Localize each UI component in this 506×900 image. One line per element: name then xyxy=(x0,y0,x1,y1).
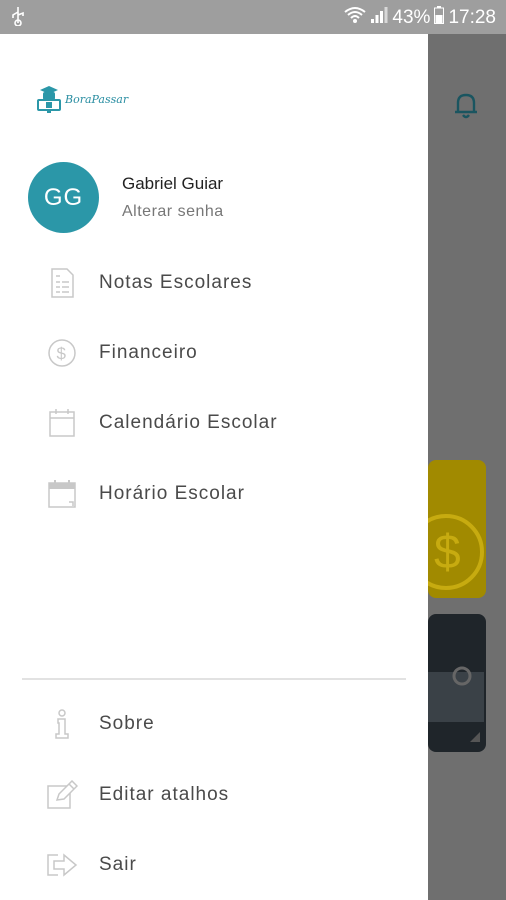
menu-item-label: Notas Escolares xyxy=(99,272,253,293)
navigation-drawer: BoraPassar GG Gabriel Guiar Alterar senh… xyxy=(0,34,428,900)
menu-item-label: Editar atalhos xyxy=(99,784,230,805)
menu-item-horario-escolar[interactable]: Horário Escolar xyxy=(0,466,428,522)
menu-item-label: Sobre xyxy=(99,713,155,734)
menu-item-financeiro[interactable]: $ Financeiro xyxy=(0,325,428,381)
logo-text: BoraPassar xyxy=(65,92,129,106)
svg-text:$: $ xyxy=(57,344,67,363)
battery-icon xyxy=(434,6,445,30)
schedule-icon xyxy=(46,478,78,510)
svg-text:$: $ xyxy=(434,526,461,579)
menu-item-sobre[interactable]: Sobre xyxy=(0,696,428,752)
menu-item-sair[interactable]: Sair xyxy=(0,837,428,893)
info-icon xyxy=(46,708,78,740)
status-icons: 43% 17:28 xyxy=(344,6,496,30)
menu-item-label: Financeiro xyxy=(99,342,198,363)
menu-item-calendario-escolar[interactable]: Calendário Escolar xyxy=(0,395,428,451)
change-password-link[interactable]: Alterar senha xyxy=(122,203,224,221)
clock: 17:28 xyxy=(448,7,496,28)
dollar-circle-icon: $ xyxy=(46,337,78,369)
usb-icon xyxy=(10,6,26,32)
shortcut-card-financeiro: $ xyxy=(428,460,486,598)
menu-item-label: Sair xyxy=(99,854,137,875)
menu-item-label: Calendário Escolar xyxy=(99,412,278,433)
calendar-icon xyxy=(46,407,78,439)
menu-divider xyxy=(22,678,406,680)
graduate-mascot-icon xyxy=(37,86,61,113)
shortcut-card-horario xyxy=(428,614,486,752)
user-name: Gabriel Guiar xyxy=(122,174,224,193)
signal-icon xyxy=(370,6,388,30)
status-bar: 43% 17:28 xyxy=(0,0,506,34)
avatar[interactable]: GG xyxy=(28,162,99,233)
menu-item-editar-atalhos[interactable]: Editar atalhos xyxy=(0,767,428,823)
wifi-icon xyxy=(344,6,367,30)
logout-icon xyxy=(46,849,78,881)
menu-item-notas-escolares[interactable]: Notas Escolares xyxy=(0,255,428,311)
edit-icon xyxy=(46,779,78,811)
battery-percentage: 43% xyxy=(392,7,431,28)
app-logo: BoraPassar xyxy=(36,84,128,114)
report-card-icon xyxy=(46,267,78,299)
menu-item-label: Horário Escolar xyxy=(99,483,245,504)
notification-bell-icon xyxy=(452,90,480,125)
